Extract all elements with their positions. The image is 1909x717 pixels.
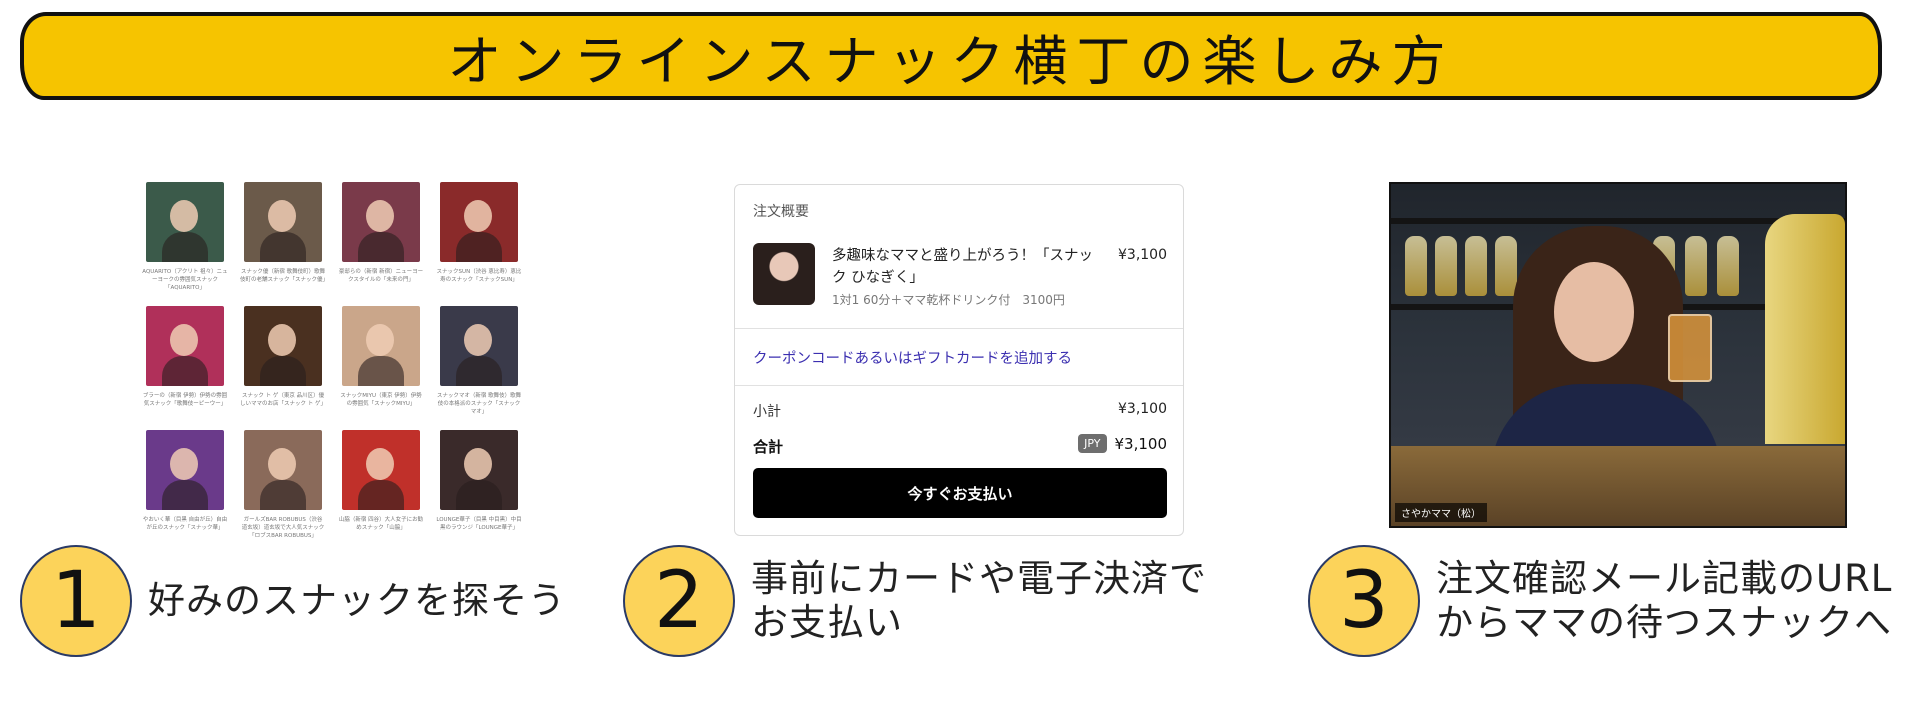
total-label: 合計 (753, 438, 784, 456)
step-number: 1 (51, 556, 101, 646)
snack-card[interactable]: AQUARITO（アクリト 祖々）ニューヨークの雰囲気スナック「AQUARITO… (142, 182, 228, 300)
snack-photo[interactable] (244, 182, 322, 262)
snack-photo[interactable] (244, 306, 322, 386)
person-face (1554, 262, 1634, 362)
bottle (1495, 236, 1517, 296)
snack-photo[interactable] (342, 430, 420, 510)
total-value: ¥3,100 (1114, 434, 1168, 453)
step-text: 注文確認メール記載のURL からママの待つスナックへ (1436, 557, 1892, 645)
snack-card[interactable]: スナックマオ（新宿 歌舞伎）歌舞伎の本格派のスナック「スナックマオ」 (436, 306, 522, 424)
drink-glass (1668, 314, 1712, 382)
beer-bottle (1765, 214, 1845, 444)
snack-card[interactable]: スナックSUN（渋谷 恵比寿）恵比寿のスナック「スナックSUN」 (436, 182, 522, 300)
step-number-circle: 1 (20, 545, 132, 657)
snack-photo[interactable] (342, 182, 420, 262)
step-text-line: お支払い (751, 601, 903, 644)
subtotal-label: 小計 (753, 404, 781, 420)
step-2: 2 事前にカードや電子決済で お支払い (623, 545, 1207, 657)
snack-photo[interactable] (146, 182, 224, 262)
snack-caption: LOUNGE華子（目黒 中目黒）中目黒のラウンジ「LOUNGE華子」 (436, 517, 522, 531)
product-description: 1対1 60分＋ママ乾杯ドリンク付 3100円 (832, 293, 1065, 307)
snack-photo[interactable] (440, 182, 518, 262)
product-thumbnail (753, 243, 815, 305)
snack-card[interactable]: 山脇（新宿 四谷）大人女子にお勧めスナック「山脇」 (338, 430, 424, 548)
step-text: 事前にカードや電子決済で お支払い (751, 557, 1207, 645)
snack-photo[interactable] (146, 430, 224, 510)
snack-caption: 豪邸らの（新宿 新宿）ニューヨークスタイルの「未来の門」 (338, 269, 424, 283)
snack-caption: ガールズBAR ROBUBUS（渋谷 道玄坂）道玄坂で大人気スナック「ロブスBA… (241, 517, 325, 539)
divider (735, 385, 1183, 386)
snack-card[interactable]: ガールズBAR ROBUBUS（渋谷 道玄坂）道玄坂で大人気スナック「ロブスBA… (241, 430, 325, 548)
snack-card[interactable]: スナック優（新宿 歌舞伎町）歌舞伎町の老舗スナック「スナック優」 (240, 182, 326, 300)
snack-card[interactable]: 豪邸らの（新宿 新宿）ニューヨークスタイルの「未来の門」 (338, 182, 424, 300)
snack-caption: スナック ト ゲ（東京 品川区）優しいママのお店「スナック ト ゲ」 (240, 393, 326, 407)
order-summary-card: 注文概要 多趣味なママと盛り上がろう！「スナック ひなぎく」 1対1 60分＋マ… (734, 184, 1184, 536)
snack-photo[interactable] (342, 306, 420, 386)
step-number: 3 (1339, 556, 1389, 646)
snack-caption: スナックSUN（渋谷 恵比寿）恵比寿のスナック「スナックSUN」 (436, 269, 522, 283)
total-amount: JPY ¥3,100 (1078, 434, 1167, 453)
step-text: 好みのスナックを探そう (148, 579, 566, 623)
product-price: ¥3,100 (1118, 247, 1167, 263)
title-banner: オンラインスナック横丁の楽しみ方 (20, 12, 1882, 100)
video-call-photo: さやかママ（松） (1389, 182, 1847, 528)
step-text-line: からママの待つスナックへ (1436, 601, 1892, 644)
snack-card[interactable]: スナック ト ゲ（東京 品川区）優しいママのお店「スナック ト ゲ」 (240, 306, 326, 424)
subtotal-value: ¥3,100 (1118, 401, 1167, 417)
snack-card[interactable]: やおいく華（目黒 自由が丘）自由が丘のスナック「スナック華」 (142, 430, 228, 548)
step-number-circle: 3 (1308, 545, 1420, 657)
bottle (1465, 236, 1487, 296)
bottle (1717, 236, 1739, 296)
bottle (1685, 236, 1707, 296)
snack-caption: 山脇（新宿 四谷）大人女子にお勧めスナック「山脇」 (338, 517, 424, 531)
snack-photo[interactable] (244, 430, 322, 510)
participant-name-tag: さやかママ（松） (1395, 503, 1487, 522)
bottle (1435, 236, 1457, 296)
snack-caption: やおいく華（目黒 自由が丘）自由が丘のスナック「スナック華」 (142, 517, 228, 531)
snack-caption: ブラーの（新宿 伊勢）伊勢の雰囲気スナック「歌舞伎ーピーウー」 (142, 393, 228, 407)
snack-caption: スナックMIYU（東京 伊勢）伊勢の雰囲気「スナックMIYU」 (340, 393, 422, 407)
step-text-line: 好みのスナックを探そう (148, 579, 566, 622)
step-number-circle: 2 (623, 545, 735, 657)
snack-caption: スナックマオ（新宿 歌舞伎）歌舞伎の本格派のスナック「スナックマオ」 (436, 393, 522, 415)
page-title: オンラインスナック横丁の楽しみ方 (447, 29, 1455, 93)
product-name: 多趣味なママと盛り上がろう！「スナック ひなぎく」 (832, 248, 1093, 286)
add-coupon-link[interactable]: クーポンコードあるいはギフトカードを追加する (753, 347, 1072, 368)
snack-list: AQUARITO（アクリト 祖々）ニューヨークの雰囲気スナック「AQUARITO… (142, 182, 525, 552)
snack-card[interactable]: LOUNGE華子（目黒 中目黒）中目黒のラウンジ「LOUNGE華子」 (436, 430, 522, 548)
pay-now-button[interactable]: 今すぐお支払い (753, 468, 1167, 518)
snack-card[interactable]: ブラーの（新宿 伊勢）伊勢の雰囲気スナック「歌舞伎ーピーウー」 (142, 306, 228, 424)
step-3: 3 注文確認メール記載のURL からママの待つスナックへ (1308, 545, 1892, 657)
step-1: 1 好みのスナックを探そう (20, 545, 566, 657)
snack-caption: AQUARITO（アクリト 祖々）ニューヨークの雰囲気スナック「AQUARITO… (142, 269, 228, 291)
step-text-line: 事前にカードや電子決済で (751, 557, 1207, 600)
step-text-line: 注文確認メール記載のURL (1436, 557, 1893, 600)
divider (735, 328, 1183, 329)
snack-photo[interactable] (440, 430, 518, 510)
currency-badge: JPY (1078, 434, 1107, 453)
snack-card[interactable]: スナックMIYU（東京 伊勢）伊勢の雰囲気「スナックMIYU」 (340, 306, 422, 424)
bottle (1405, 236, 1427, 296)
order-summary-heading: 注文概要 (753, 204, 809, 220)
snack-photo[interactable] (146, 306, 224, 386)
snack-photo[interactable] (440, 306, 518, 386)
snack-caption: スナック優（新宿 歌舞伎町）歌舞伎町の老舗スナック「スナック優」 (240, 269, 326, 283)
step-number: 2 (654, 556, 704, 646)
